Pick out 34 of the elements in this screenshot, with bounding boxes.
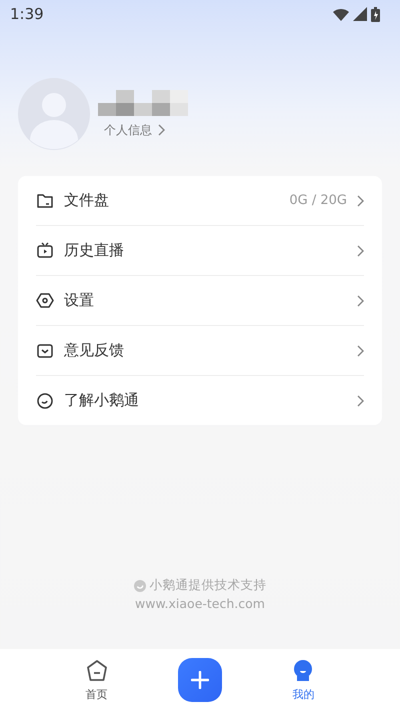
menu-item[interactable]: 意见反馈 [36, 326, 364, 376]
message-icon [36, 342, 54, 358]
smile-icon [36, 392, 54, 410]
menu-item[interactable]: 设置 [36, 276, 364, 326]
menu-item[interactable]: 历史直播 [36, 226, 364, 276]
menu-label: 文件盘 [64, 191, 110, 210]
chevron-icon [356, 244, 364, 256]
tv-icon [36, 242, 54, 259]
add-button[interactable] [178, 658, 222, 702]
storage-value: 0G / 20G [289, 193, 347, 208]
menu-label: 意见反馈 [64, 341, 125, 360]
menu-item[interactable]: 了解小鹅通 [36, 376, 364, 425]
menu-label: 历史直播 [64, 241, 125, 260]
chevron-icon [356, 344, 364, 356]
profile-link[interactable]: 个人信息 [104, 122, 188, 138]
chevron-icon [356, 294, 364, 306]
folder-icon [36, 192, 54, 208]
status-time: 1:39 [10, 5, 44, 23]
signal-icon [353, 7, 367, 21]
nav-tab[interactable]: 首页 [84, 658, 109, 702]
credit-text: 小鹅通提供技术支持 [150, 577, 266, 594]
menu-label: 了解小鹅通 [64, 391, 140, 410]
settings-icon [36, 292, 54, 309]
battery-icon [371, 6, 380, 22]
logo-icon [134, 580, 146, 592]
chevron-icon [356, 194, 364, 206]
menu-item[interactable]: 文件盘 0G / 20G [36, 176, 364, 226]
chevron-icon [157, 124, 165, 136]
nav-tab[interactable]: 我的 [291, 658, 316, 702]
chevron-icon [356, 394, 364, 406]
menu-label: 设置 [64, 291, 95, 310]
plus-icon [190, 671, 209, 689]
wifi-icon [333, 8, 349, 20]
home-icon [84, 658, 109, 682]
